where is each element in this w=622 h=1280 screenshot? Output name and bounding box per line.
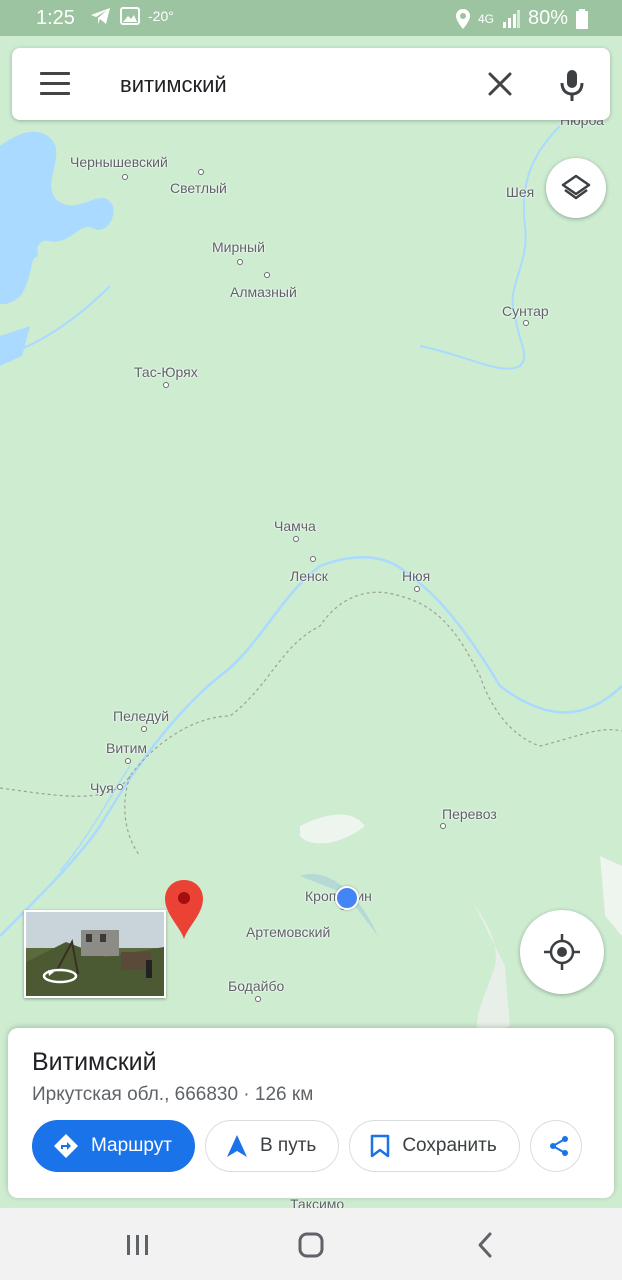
map-label-artemovsky[interactable]: Артемовский xyxy=(246,924,330,940)
place-card[interactable]: Витимский Иркутская обл., 666830 · 126 к… xyxy=(8,1028,614,1198)
red-pin-icon[interactable] xyxy=(163,878,205,940)
save-label: Сохранить xyxy=(402,1135,497,1156)
rotate-360-icon xyxy=(42,968,78,984)
map-label-chernyshevsky[interactable]: Чернышевский xyxy=(70,154,168,170)
map-place-dot xyxy=(122,174,128,180)
map-label-nyuya[interactable]: Нюя xyxy=(402,568,430,584)
menu-icon[interactable] xyxy=(40,72,70,96)
map-label-bodaybo[interactable]: Бодайбо xyxy=(228,978,284,994)
recent-apps-button[interactable] xyxy=(118,1230,158,1260)
map-label-suntar[interactable]: Сунтар xyxy=(502,303,549,319)
share-icon xyxy=(549,1136,568,1156)
navigation-arrow-icon xyxy=(226,1135,247,1157)
back-icon xyxy=(478,1232,492,1258)
system-nav-bar xyxy=(0,1208,622,1280)
home-button[interactable] xyxy=(291,1230,331,1260)
layers-button[interactable] xyxy=(546,158,606,218)
save-button[interactable]: Сохранить xyxy=(349,1120,520,1172)
map-place-dot xyxy=(310,556,316,562)
map-label-almazny[interactable]: Алмазный xyxy=(230,284,297,300)
search-input[interactable]: витимский xyxy=(120,72,227,98)
map-label-chuya[interactable]: Чуя xyxy=(90,780,114,796)
map-label-chamcha[interactable]: Чамча xyxy=(274,518,316,534)
status-bar: 1:25 -20° 4G 80% xyxy=(0,0,622,36)
place-subtitle: Иркутская обл., 666830 · 126 км xyxy=(32,1084,314,1105)
map-place-dot xyxy=(264,272,270,278)
close-icon[interactable] xyxy=(486,70,514,98)
back-button[interactable] xyxy=(466,1230,506,1260)
map-label-perevoz[interactable]: Перевоз xyxy=(442,806,497,822)
layers-icon xyxy=(561,174,591,200)
battery-percent: 80% xyxy=(527,7,568,29)
telegram-icon xyxy=(91,8,110,24)
start-button[interactable]: В путь xyxy=(204,1120,340,1172)
map-place-dot xyxy=(117,784,123,790)
map-place-dot xyxy=(198,169,204,175)
status-time: 1:25 xyxy=(36,7,75,29)
map-place-dot xyxy=(440,823,446,829)
place-name: Витимский xyxy=(32,1048,157,1076)
location-pin-icon xyxy=(455,8,470,29)
status-temperature: -20° xyxy=(148,8,174,24)
street-view-thumbnail[interactable] xyxy=(24,910,166,998)
home-icon xyxy=(298,1232,324,1258)
map-label-sheya[interactable]: Шея xyxy=(506,184,534,200)
share-button[interactable] xyxy=(529,1120,582,1172)
map-label-peleduy[interactable]: Пеледуй xyxy=(113,708,169,724)
start-label: В путь xyxy=(259,1135,317,1156)
my-location-dot xyxy=(335,886,359,910)
image-icon xyxy=(120,7,140,25)
my-location-button[interactable] xyxy=(520,910,604,994)
network-type: 4G xyxy=(477,11,494,26)
crosshair-icon xyxy=(544,934,580,970)
place-actions: Маршрут В путь Сохранить xyxy=(32,1120,582,1174)
map-place-dot xyxy=(125,758,131,764)
map-place-dot xyxy=(414,586,420,592)
map-label-lensk[interactable]: Ленск xyxy=(290,568,328,584)
map-label-tas-yuryakh[interactable]: Тас-Юрях xyxy=(134,364,198,380)
signal-icon xyxy=(502,9,520,28)
battery-icon xyxy=(576,8,588,29)
microphone-icon[interactable] xyxy=(556,68,588,102)
map-label-vitim[interactable]: Витим xyxy=(106,740,147,756)
search-bar[interactable]: витимский xyxy=(12,48,610,120)
map-place-dot xyxy=(255,996,261,1002)
recent-apps-icon xyxy=(127,1235,148,1255)
map-place-dot xyxy=(237,259,243,265)
map-place-dot xyxy=(163,382,169,388)
directions-icon xyxy=(54,1134,78,1158)
directions-label: Маршрут xyxy=(91,1135,172,1156)
map-place-dot xyxy=(523,320,529,326)
directions-button[interactable]: Маршрут xyxy=(32,1120,195,1172)
map-label-svetly[interactable]: Светлый xyxy=(170,180,227,196)
map-place-dot xyxy=(293,536,299,542)
map-place-dot xyxy=(141,726,147,732)
bookmark-icon xyxy=(371,1134,390,1158)
map-label-mirny[interactable]: Мирный xyxy=(212,239,265,255)
